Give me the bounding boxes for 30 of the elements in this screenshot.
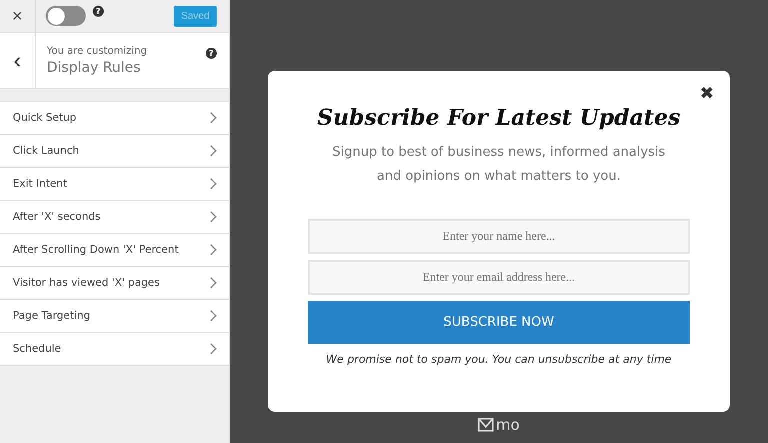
menu-item[interactable]: After Scrolling Down 'X' Percent: [0, 234, 229, 267]
help-icon[interactable]: ?: [206, 48, 217, 59]
menu-item[interactable]: Page Targeting: [0, 300, 229, 333]
menu-item[interactable]: Quick Setup: [0, 102, 229, 135]
chevron-right-icon: [210, 343, 217, 355]
chevron-right-icon: [210, 211, 217, 223]
customizing-label: You are customizing: [47, 46, 148, 56]
menu-item[interactable]: Click Launch: [0, 135, 229, 168]
envelope-icon: [478, 418, 494, 432]
section-title: Display Rules: [47, 60, 142, 76]
chevron-right-icon: [210, 277, 217, 289]
chevron-right-icon: [210, 178, 217, 190]
chevron-right-icon: [210, 112, 217, 124]
input-field[interactable]: Enter your email address here...: [308, 260, 690, 295]
privacy-note: We promise not to spam you. You can unsubscribe at any time: [326, 353, 672, 366]
input-field[interactable]: Enter your name here...: [308, 219, 690, 254]
popup-description: Signup to best of business news, informed analysis and opinions on what matters to you.: [332, 144, 666, 186]
close-button[interactable]: ✖: [700, 83, 714, 104]
menu-item[interactable]: Schedule: [0, 333, 229, 366]
help-icon[interactable]: ?: [93, 6, 104, 16]
popup-title: Subscribe For Latest Updates: [317, 105, 681, 131]
menu-item[interactable]: After 'X' seconds: [0, 201, 229, 234]
subscribe-button[interactable]: SUBSCRIBE NOW: [308, 301, 690, 344]
toggle-switch[interactable]: [46, 6, 86, 26]
chevron-right-icon: [210, 244, 217, 256]
menu-item[interactable]: Exit Intent: [0, 168, 229, 201]
chevron-right-icon: [210, 145, 217, 157]
menu-item[interactable]: Visitor has viewed 'X' pages: [0, 267, 229, 300]
brand-logo-text: mo: [496, 416, 520, 434]
chevron-right-icon: [210, 310, 217, 322]
